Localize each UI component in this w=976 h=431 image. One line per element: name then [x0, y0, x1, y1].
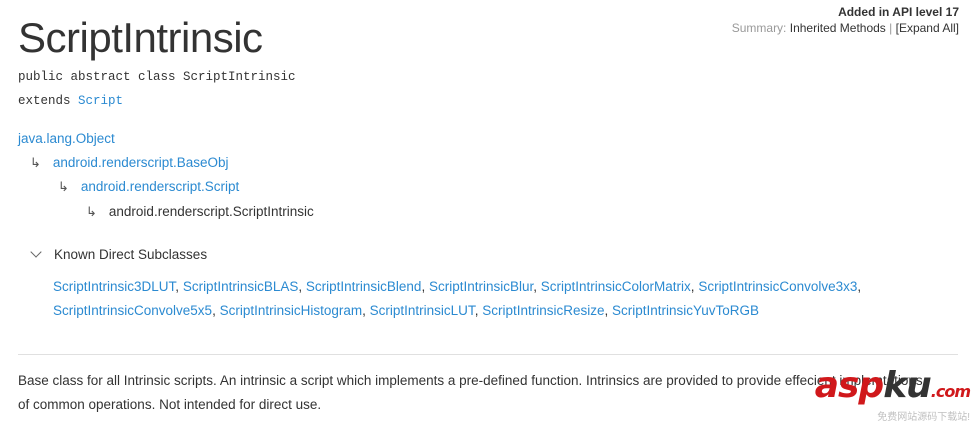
- hierarchy-current-class: android.renderscript.ScriptIntrinsic: [108, 204, 314, 219]
- summary-label: Summary:: [731, 21, 787, 35]
- subclass-link[interactable]: ScriptIntrinsicColorMatrix: [541, 279, 691, 294]
- subclass-separator: ,: [533, 279, 541, 294]
- subclass-link[interactable]: ScriptIntrinsicConvolve3x3: [698, 279, 857, 294]
- subclasses-row-1: ScriptIntrinsic3DLUT, ScriptIntrinsicBLA…: [53, 279, 861, 294]
- hierarchy-level-3: ↳ android.renderscript.ScriptIntrinsic: [86, 204, 314, 220]
- watermark-logo-asp: asp: [814, 365, 884, 406]
- subclass-separator: ,: [421, 279, 429, 294]
- hierarchy-link-baseobj[interactable]: android.renderscript.BaseObj: [53, 155, 229, 170]
- subclass-separator: ,: [212, 303, 220, 318]
- watermark-logo-tld: .com: [930, 382, 971, 401]
- subclass-separator: ,: [604, 303, 613, 318]
- watermark-subtitle: 免费网站源码下载站!: [877, 412, 970, 423]
- subclass-link[interactable]: ScriptIntrinsic3DLUT: [53, 279, 175, 294]
- class-declaration: public abstract class ScriptIntrinsic: [18, 70, 296, 84]
- hierarchy-level-0: java.lang.Object: [18, 131, 115, 146]
- hierarchy-arrow-icon: ↳: [86, 204, 97, 219]
- summary-nav: Summary: Inherited Methods | [Expand All…: [732, 21, 959, 35]
- chevron-down-icon: [30, 246, 42, 258]
- summary-separator: |: [889, 21, 893, 35]
- expand-all-link[interactable]: [Expand All]: [896, 21, 959, 35]
- inherited-methods-link[interactable]: Inherited Methods: [790, 21, 886, 35]
- subclass-link[interactable]: ScriptIntrinsicBLAS: [183, 279, 299, 294]
- page-title: ScriptIntrinsic: [18, 14, 263, 61]
- api-level-label: Added in API level 17: [838, 5, 959, 19]
- subclass-separator: ,: [175, 279, 183, 294]
- subclass-separator: ,: [362, 303, 370, 318]
- hierarchy-arrow-icon: ↳: [30, 155, 41, 170]
- hierarchy-arrow-icon: ↳: [58, 179, 69, 194]
- watermark: aspku.com 免费网站源码下载站!: [814, 365, 971, 424]
- subclass-link[interactable]: ScriptIntrinsicConvolve5x5: [53, 303, 212, 318]
- subclass-link[interactable]: ScriptIntrinsicHistogram: [220, 303, 363, 318]
- subclasses-heading: Known Direct Subclasses: [54, 247, 208, 262]
- subclass-trailing-comma: ,: [857, 279, 862, 294]
- subclass-separator: ,: [298, 279, 306, 294]
- subclass-link[interactable]: ScriptIntrinsicResize: [482, 303, 604, 318]
- watermark-logo: aspku.com: [814, 365, 971, 410]
- subclasses-row-2: ScriptIntrinsicConvolve5x5, ScriptIntrin…: [53, 303, 759, 318]
- hierarchy-level-1: ↳ android.renderscript.BaseObj: [30, 155, 229, 171]
- extends-keyword: extends: [18, 94, 71, 108]
- subclass-link[interactable]: ScriptIntrinsicYuvToRGB: [612, 303, 759, 318]
- subclass-link[interactable]: ScriptIntrinsicLUT: [370, 303, 475, 318]
- watermark-logo-ku: ku: [883, 365, 932, 406]
- hierarchy-link-script[interactable]: android.renderscript.Script: [81, 179, 239, 194]
- hierarchy-link-object[interactable]: java.lang.Object: [18, 131, 115, 146]
- extends-line: extends Script: [18, 94, 123, 108]
- subclass-link[interactable]: ScriptIntrinsicBlend: [306, 279, 422, 294]
- subclasses-toggle[interactable]: Known Direct Subclasses: [30, 246, 208, 262]
- hierarchy-level-2: ↳ android.renderscript.Script: [58, 179, 239, 195]
- section-divider: [18, 354, 958, 355]
- subclass-link[interactable]: ScriptIntrinsicBlur: [429, 279, 533, 294]
- extends-class-link[interactable]: Script: [78, 94, 123, 108]
